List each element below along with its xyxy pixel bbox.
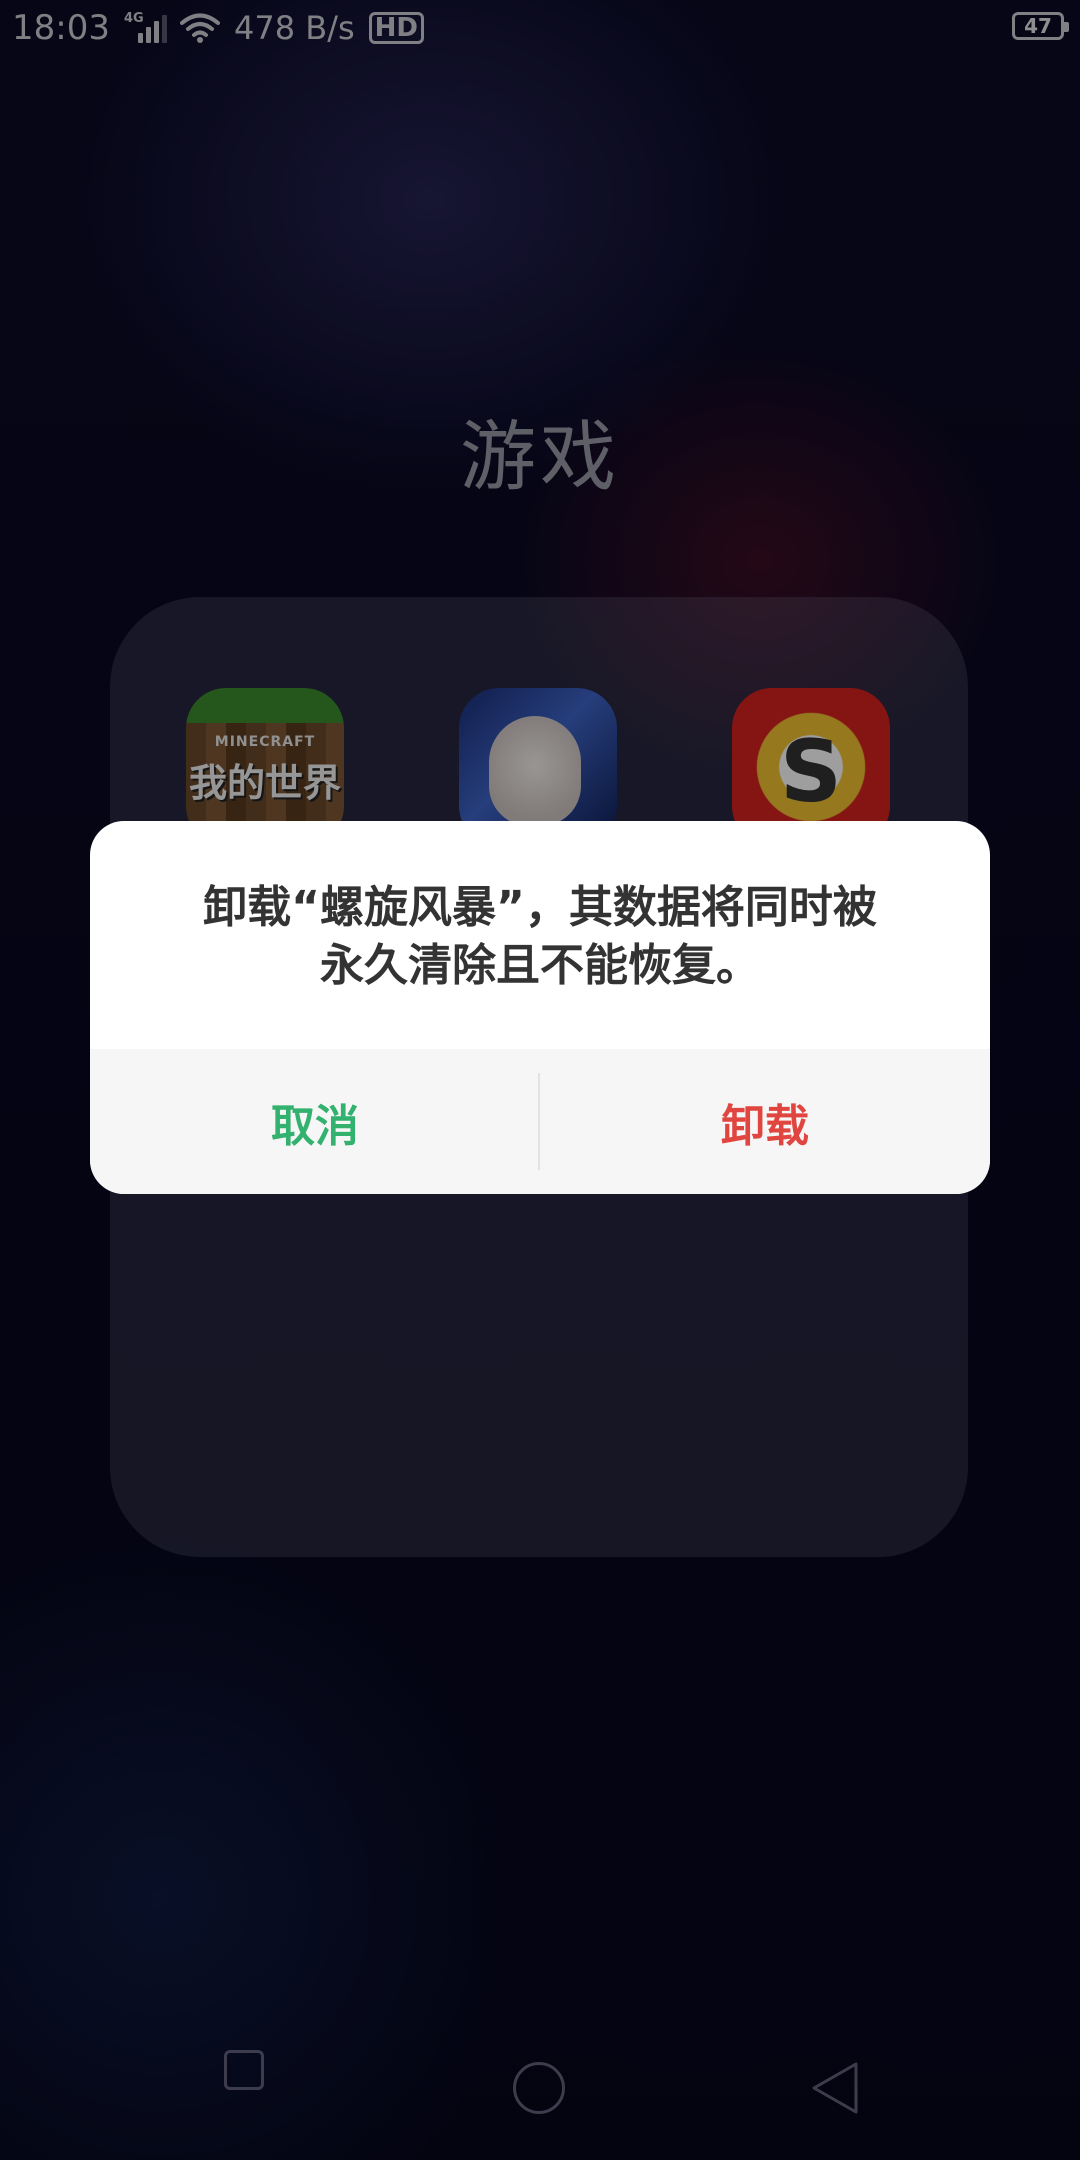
uninstall-dialog: 卸载“螺旋风暴”，其数据将同时被 永久清除且不能恢复。 取消 卸载 xyxy=(90,821,990,1194)
dialog-actions: 取消 卸载 xyxy=(90,1049,990,1194)
back-icon[interactable] xyxy=(806,2060,866,2116)
home-icon[interactable] xyxy=(513,2062,565,2114)
recent-apps-icon[interactable] xyxy=(224,2050,264,2090)
dialog-message: 卸载“螺旋风暴”，其数据将同时被 永久清除且不能恢复。 xyxy=(203,882,877,991)
uninstall-button[interactable]: 卸载 xyxy=(540,1049,990,1194)
cancel-button[interactable]: 取消 xyxy=(90,1049,540,1194)
